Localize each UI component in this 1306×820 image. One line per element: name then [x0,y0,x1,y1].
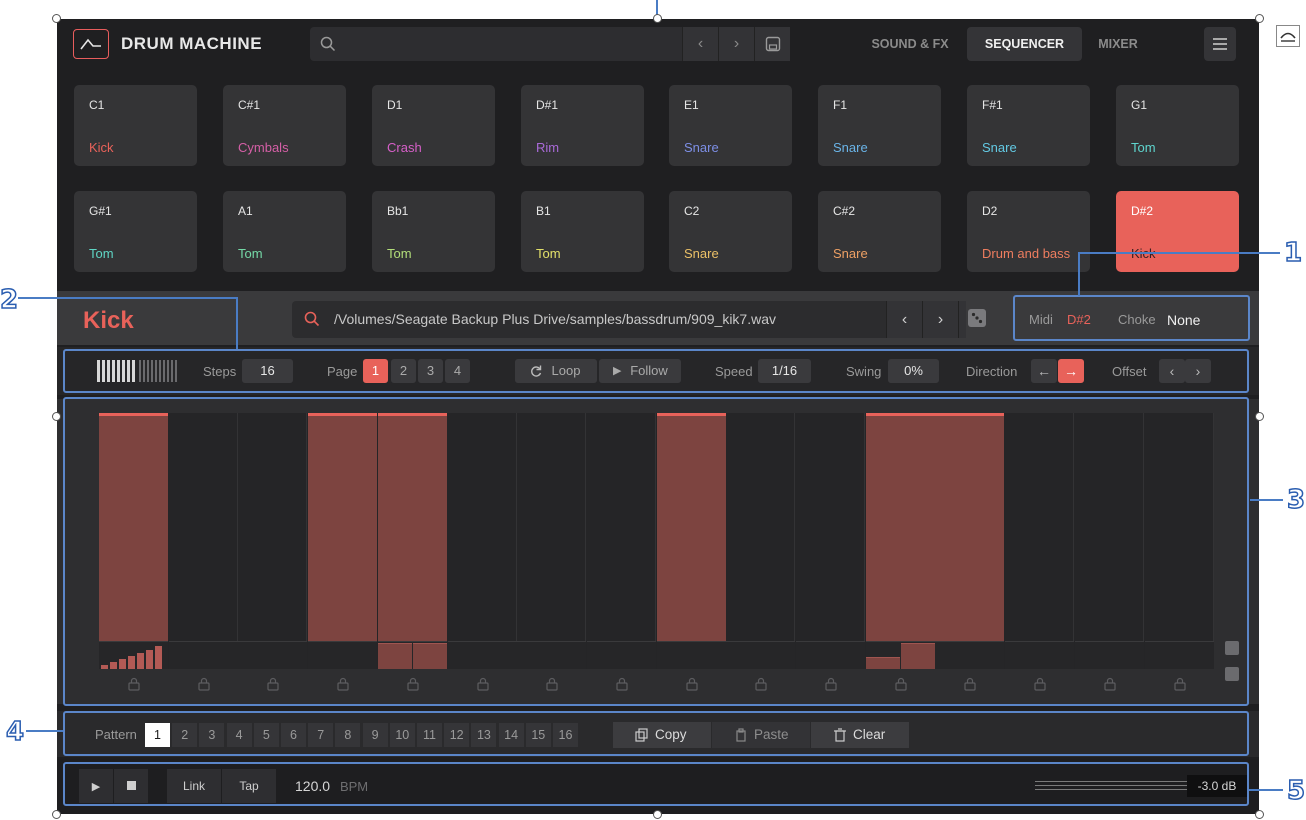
selection-handle[interactable] [52,810,61,819]
selection-handle[interactable] [1255,14,1264,23]
selection-handle[interactable] [653,14,662,23]
callout-number-5: 5 [1286,775,1306,807]
callout-number-3: 3 [1286,484,1306,516]
callout-number-4: 4 [5,716,25,748]
layout-options-icon[interactable] [1276,25,1300,47]
callout-number-1: 1 [1283,237,1303,269]
selection-handle[interactable] [52,14,61,23]
callout-leader-lines [18,0,1283,791]
callout-number-2: 2 [0,284,19,316]
selection-handle[interactable] [1255,810,1264,819]
selection-handle[interactable] [1255,412,1264,421]
selection-handle[interactable] [653,810,662,819]
selection-handle[interactable] [52,412,61,421]
screenshot-stage: DRUM MACHINE ‹ › SOUND & FX SEQUENCER MI… [0,0,1306,820]
